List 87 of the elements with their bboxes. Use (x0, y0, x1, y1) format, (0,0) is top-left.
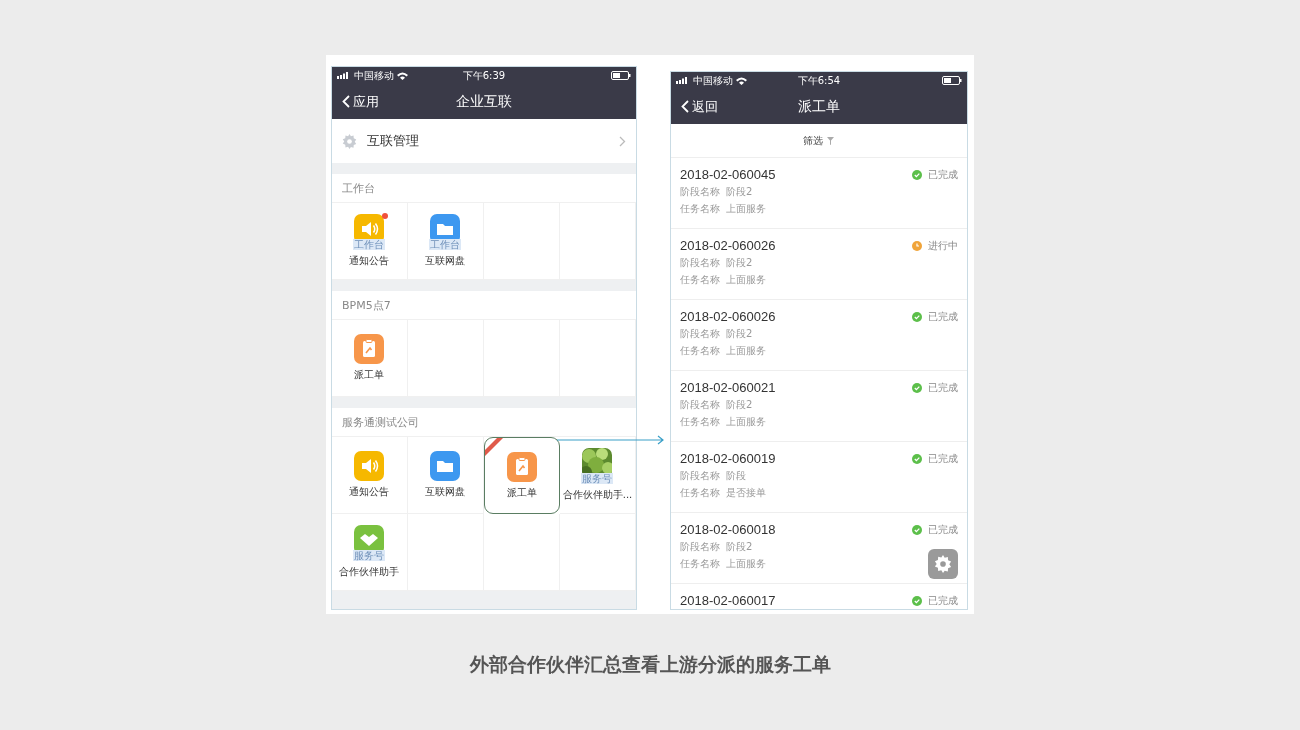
settings-icon (342, 133, 357, 149)
filter-icon (827, 136, 835, 145)
order-item[interactable]: 2018-02-060017 已完成 (671, 584, 967, 609)
field-value: 上面服务 (726, 415, 766, 429)
app-tile[interactable]: 服务号 合作伙伴助手 (332, 514, 408, 591)
back-button[interactable]: 应用 (332, 92, 389, 111)
section-title: 服务通测试公司 (332, 408, 636, 437)
field-label: 任务名称 (680, 344, 720, 358)
section-title: 工作台 (332, 174, 636, 203)
folder-icon (430, 451, 461, 481)
speaker-icon (354, 451, 385, 481)
status-label: 已完成 (928, 522, 958, 537)
field-label: 任务名称 (680, 557, 720, 571)
status-label: 进行中 (928, 238, 958, 253)
order-number: 2018-02-060018 (680, 522, 776, 537)
carrier-name: 中国移动 (354, 68, 394, 83)
field-label: 阶段名称 (680, 327, 720, 341)
field-value: 上面服务 (726, 344, 766, 358)
app-tile[interactable]: 工作台 通知公告 (332, 203, 408, 280)
app-tile[interactable]: 工作台 互联网盘 (408, 203, 484, 280)
order-item[interactable]: 2018-02-060021 已完成 阶段名称 阶段2 任务名称 上面服务 (671, 371, 967, 442)
status-label: 已完成 (928, 167, 958, 182)
settings-icon (934, 555, 952, 573)
manage-row[interactable]: 互联管理 (332, 119, 636, 163)
order-item[interactable]: 2018-02-060019 已完成 阶段名称 阶段 任务名称 是否接单 (671, 442, 967, 513)
screen-title: 派工单 (798, 97, 840, 116)
slide-caption: 外部合作伙伴汇总查看上游分派的服务工单 (469, 652, 831, 677)
field-label: 阶段名称 (680, 469, 720, 483)
field-value: 阶段2 (726, 398, 753, 412)
app-tile[interactable]: 互联网盘 (408, 437, 484, 514)
status-time: 下午6:39 (462, 68, 506, 83)
wifi-icon (397, 71, 408, 80)
filter-button[interactable]: 筛选 (797, 132, 841, 149)
clipboard-icon (354, 334, 385, 364)
field-value: 上面服务 (726, 557, 766, 571)
signal-icon (337, 72, 351, 79)
app-tile[interactable]: 派工单 (332, 320, 408, 397)
field-label: 阶段名称 (680, 256, 720, 270)
settings-button[interactable] (928, 549, 958, 579)
field-label: 任务名称 (680, 486, 720, 500)
carrier-name: 中国移动 (693, 73, 733, 88)
field-label: 阶段名称 (680, 185, 720, 199)
app-tile[interactable]: 通知公告 (332, 437, 408, 514)
field-label: 任务名称 (680, 415, 720, 429)
field-value: 阶段2 (726, 540, 753, 554)
field-label: 任务名称 (680, 202, 720, 216)
chevron-icon (619, 135, 626, 147)
field-value: 阶段2 (726, 256, 753, 270)
order-number: 2018-02-060019 (680, 451, 776, 466)
app-tag: 服务号 (581, 473, 614, 484)
field-value: 阶段 (726, 469, 746, 483)
order-item[interactable]: 2018-02-060026 已完成 阶段名称 阶段2 任务名称 上面服务 (671, 300, 967, 371)
field-value: 上面服务 (726, 202, 766, 216)
signal-icon (676, 77, 690, 84)
app-tag: 工作台 (429, 239, 462, 250)
screen-title: 企业互联 (456, 92, 512, 111)
field-value: 上面服务 (726, 273, 766, 287)
app-tile[interactable]: 服务号 合作伙伴助手... (560, 437, 636, 514)
back-button[interactable]: 返回 (671, 97, 728, 116)
order-number: 2018-02-060045 (680, 167, 776, 182)
field-value: 阶段2 (726, 185, 753, 199)
section-title: BPM5点7 (332, 291, 636, 320)
app-tag: 工作台 (353, 239, 386, 250)
field-label: 阶段名称 (680, 398, 720, 412)
order-number: 2018-02-060017 (680, 593, 776, 608)
app-tile[interactable]: 派工单 (484, 437, 560, 514)
wifi-icon (736, 76, 747, 85)
status-label: 已完成 (928, 451, 958, 466)
battery-icon (942, 76, 962, 85)
status-label: 已完成 (928, 593, 958, 608)
app-tag: 服务号 (353, 550, 386, 561)
order-item[interactable]: 2018-02-060026 进行中 阶段名称 阶段2 任务名称 上面服务 (671, 229, 967, 300)
order-number: 2018-02-060021 (680, 380, 776, 395)
order-number: 2018-02-060026 (680, 238, 776, 253)
status-label: 已完成 (928, 380, 958, 395)
field-value: 阶段2 (726, 327, 753, 341)
status-time: 下午6:54 (797, 73, 841, 88)
field-value: 是否接单 (726, 486, 766, 500)
field-label: 阶段名称 (680, 540, 720, 554)
battery-icon (611, 71, 631, 80)
field-label: 任务名称 (680, 273, 720, 287)
back-chevron-icon (681, 100, 689, 113)
order-item[interactable]: 2018-02-060045 已完成 阶段名称 阶段2 任务名称 上面服务 (671, 158, 967, 229)
back-chevron-icon (342, 95, 350, 108)
order-number: 2018-02-060026 (680, 309, 776, 324)
clipboard-icon (507, 451, 537, 482)
status-label: 已完成 (928, 309, 958, 324)
